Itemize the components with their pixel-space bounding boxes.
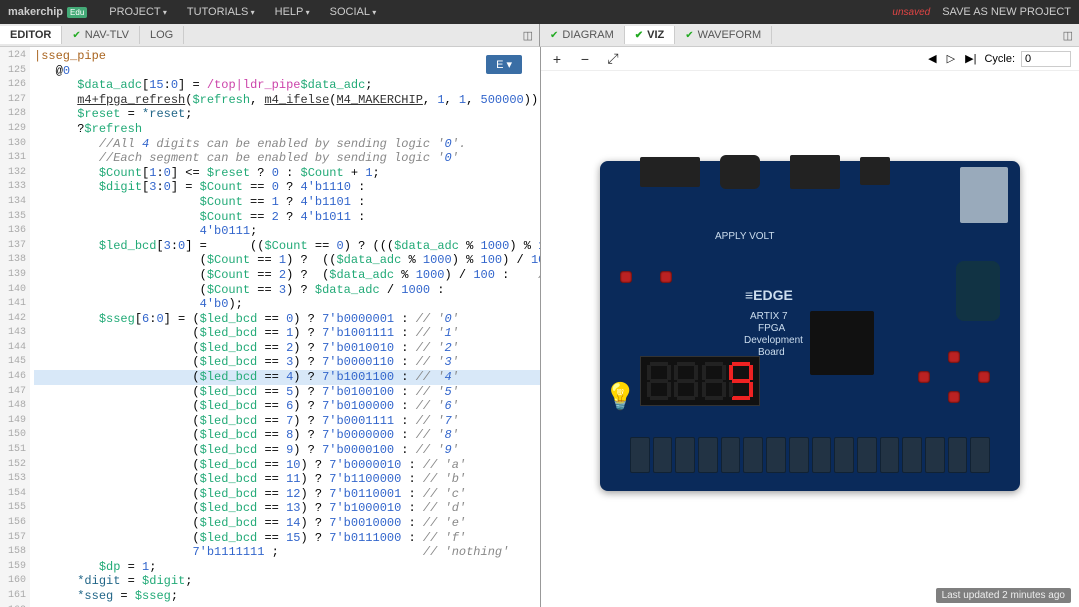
cycle-prev-button[interactable]: ◀ <box>926 50 938 67</box>
edu-badge: Edu <box>67 7 87 18</box>
tab-log[interactable]: LOG <box>140 26 184 44</box>
board-apply-volt: APPLY VOLT <box>715 231 774 242</box>
seven-segment-display <box>640 356 760 406</box>
tab-viz[interactable]: ✔VIZ <box>625 26 676 44</box>
seven-seg-digit-active <box>729 362 753 400</box>
code-editor[interactable]: 1241251261271281291301311321331341351361… <box>0 47 540 607</box>
pane-toggle-left-icon[interactable]: ◫ <box>523 29 533 42</box>
cycle-next-button[interactable]: ▶| <box>963 50 978 67</box>
last-updated-badge: Last updated 2 minutes ago <box>936 588 1071 603</box>
pane-toggle-right-icon[interactable]: ◫ <box>1063 29 1073 42</box>
viz-panel: + − ⤢ ◀ ▷ ▶| Cycle: <box>541 47 1079 607</box>
zoom-out-icon[interactable]: − <box>577 51 593 67</box>
tab-editor[interactable]: EDITOR <box>0 26 62 44</box>
tab-diagram[interactable]: ✔DIAGRAM <box>540 26 625 44</box>
menu-project[interactable]: PROJECT <box>99 6 177 18</box>
dip-switches[interactable] <box>630 437 990 473</box>
board-brd: Board <box>758 347 785 358</box>
board-dev: Development <box>744 335 803 346</box>
save-as-new-project[interactable]: SAVE AS NEW PROJECT <box>942 6 1071 18</box>
menu-help[interactable]: HELP <box>265 6 320 18</box>
tab-waveform[interactable]: ✔WAVEFORM <box>675 26 772 44</box>
left-tabbar: EDITOR✔NAV-TLVLOG ◫ <box>0 24 540 47</box>
unsaved-indicator: unsaved <box>892 7 930 18</box>
board-fpga: FPGA <box>758 323 785 334</box>
editor-panel: E ▾ 124125126127128129130131132133134135… <box>0 47 541 607</box>
cycle-label: Cycle: <box>984 53 1015 65</box>
logo: makerchip <box>8 6 63 18</box>
lightbulb-icon: 💡 <box>604 381 636 412</box>
cycle-input[interactable] <box>1021 51 1071 67</box>
board-artix: ARTIX 7 <box>750 311 788 322</box>
board-edge-logo: ≡EDGE <box>745 287 793 303</box>
right-tabbar: ✔DIAGRAM✔VIZ✔WAVEFORM ◫ <box>540 24 1079 47</box>
menu-social[interactable]: SOCIAL <box>320 6 387 18</box>
zoom-fit-icon[interactable]: ⤢ <box>605 50 621 67</box>
menu-tutorials[interactable]: TUTORIALS <box>177 6 265 18</box>
zoom-in-icon[interactable]: + <box>549 51 565 67</box>
editor-e-menu-button[interactable]: E ▾ <box>486 55 522 74</box>
viz-toolbar: + − ⤢ ◀ ▷ ▶| Cycle: <box>541 47 1079 71</box>
top-menubar: makerchip Edu PROJECT TUTORIALS HELP SOC… <box>0 0 1079 24</box>
tab-nav-tlv[interactable]: ✔NAV-TLV <box>62 26 140 44</box>
fpga-board[interactable]: APPLY VOLT ≡EDGE ARTIX 7 FPGA Developmen… <box>600 161 1020 491</box>
cycle-play-button[interactable]: ▷ <box>945 50 957 67</box>
